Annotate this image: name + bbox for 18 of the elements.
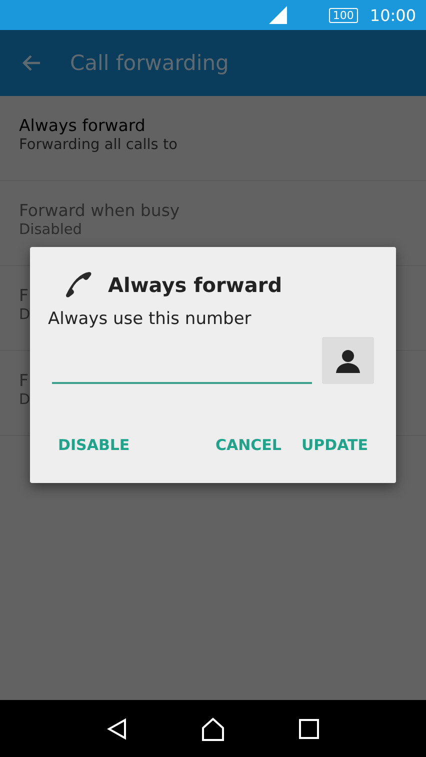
phone-handset-icon [64, 271, 94, 299]
signal-icon [268, 6, 287, 24]
back-icon[interactable] [107, 718, 127, 740]
home-icon[interactable] [201, 716, 225, 740]
item-title: Always forward [19, 116, 146, 135]
contacts-button[interactable] [322, 337, 374, 384]
dialog-button[interactable]: DISABLE [48, 430, 140, 460]
battery-icon: 100 [328, 8, 358, 22]
dialog-button[interactable]: UPDATE [291, 430, 378, 460]
item-summary: Forwarding all calls to [19, 137, 178, 153]
dialog-title: Always forward [108, 273, 282, 297]
screen-title: Call forwarding [70, 51, 229, 75]
dialog-message: Always use this number [48, 309, 252, 329]
settings-item[interactable]: Always forward Forwarding all calls to [0, 96, 426, 181]
person-icon [335, 348, 361, 374]
clock-time: 10:00 [370, 6, 416, 24]
dialog-button[interactable]: CANCEL [205, 430, 292, 460]
recent-apps-icon[interactable] [299, 718, 319, 738]
